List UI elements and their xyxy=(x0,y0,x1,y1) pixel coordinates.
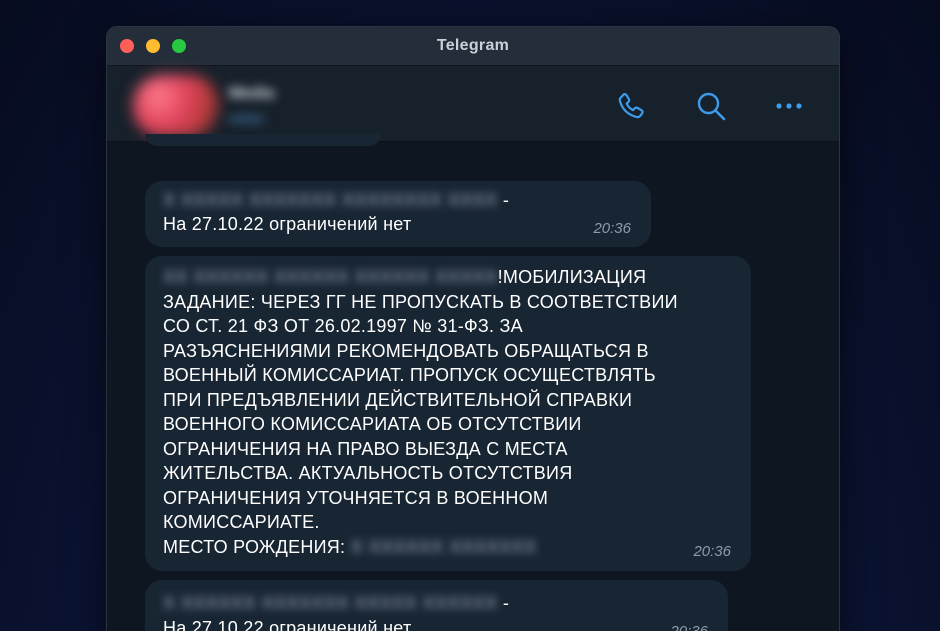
message-bubble[interactable]: ХХ ХХХХХХ ХХХХХХ ХХХХХХ ХХХХХ!МОБИЛИЗАЦИ… xyxy=(145,256,751,571)
message-text: ОГРАНИЧЕНИЯ НА ПРАВО ВЫЕЗДА С МЕСТА xyxy=(163,438,568,459)
message-text: ОГРАНИЧЕНИЯ УТОЧНЯЕТСЯ В ВОЕННОМ xyxy=(163,487,549,508)
message-line: Х ХХХХХХ ХХХХХХХ ХХХХХ ХХХХХХ - xyxy=(163,591,509,616)
message-time: 20:36 xyxy=(593,220,631,237)
message-bubble[interactable]: Х ХХХХХХ ХХХХХХХ ХХХХХ ХХХХХХ - На 27.10… xyxy=(145,580,728,631)
message-text: - xyxy=(502,190,510,210)
message-text: КОМИССАРИАТЕ. xyxy=(163,512,320,532)
message-line: МЕСТО РОЖДЕНИЯ: Х ХХХХХХ ХХХХХХХ xyxy=(163,535,537,560)
message-line: ХХ ХХХХХХ ХХХХХХ ХХХХХХ ХХХХХ!МОБИЛИЗАЦИ… xyxy=(163,265,646,290)
blurred-text: Х ХХХХХХ ХХХХХХХ ХХХХХ ХХХХХХ xyxy=(163,593,498,613)
message-line: Х ХХХХХ ХХХХХХХ ХХХХХХХХ ХХХХ - xyxy=(163,188,509,213)
blurred-text: ХХ ХХХХХХ ХХХХХХ ХХХХХХ ХХХХХ xyxy=(163,267,498,287)
message-text: ПРИ ПРЕДЪЯВЛЕНИИ ДЕЙСТВИТЕЛЬНОЙ СПРАВКИ xyxy=(163,389,633,410)
chat-header: Media online xyxy=(107,66,839,142)
message-text: ЖИТЕЛЬСТВА. АКТУАЛЬНОСТЬ ОТСУТСТВИЯ xyxy=(163,463,573,483)
previous-message-bubble xyxy=(145,134,381,146)
message-time: 20:36 xyxy=(670,623,708,631)
message-text: ЗАДАНИЕ: ЧЕРЕЗ ГГ НЕ ПРОПУСКАТЬ В СООТВЕ… xyxy=(163,291,678,312)
blurred-text: Х ХХХХХ ХХХХХХХ ХХХХХХХХ ХХХХ xyxy=(163,190,498,210)
title-bar[interactable]: Telegram xyxy=(107,27,839,66)
message-text: !МОБИЛИЗАЦИЯ xyxy=(497,267,647,287)
message-bubble[interactable]: Х ХХХХХ ХХХХХХХ ХХХХХХХХ ХХХХ - На 27.10… xyxy=(145,181,651,247)
message-text: На 27.10.22 ограничений нет xyxy=(163,618,412,631)
message-text: МЕСТО РОЖДЕНИЯ: xyxy=(163,536,346,557)
message-time: 20:36 xyxy=(693,543,731,560)
message-text: СО СТ. 21 ФЗ ОТ 26.02.1997 № 31-ФЗ. ЗА xyxy=(163,316,523,336)
search-icon[interactable] xyxy=(693,88,729,124)
blurred-text: Х ХХХХХХ ХХХХХХХ xyxy=(350,536,537,557)
message-text: - xyxy=(502,593,510,613)
telegram-window: Telegram Media online Х ХХХХХ ХХХХХХХ ХХ… xyxy=(106,26,840,631)
window-title: Telegram xyxy=(436,37,510,54)
message-text: На 27.10.22 ограничений нет xyxy=(163,214,412,234)
chat-status: online xyxy=(229,111,264,126)
avatar[interactable] xyxy=(133,75,219,137)
message-text: ВОЕННОГО КОМИССАРИАТА ОБ ОТСУТСТВИИ xyxy=(163,414,582,434)
more-icon[interactable] xyxy=(771,88,807,124)
message-text: ВОЕННЫЙ КОМИССАРИАТ. ПРОПУСК ОСУЩЕСТВЛЯТ… xyxy=(163,365,656,385)
chat-name[interactable]: Media xyxy=(229,85,295,103)
message-text: РАЗЪЯСНЕНИЯМИ РЕКОМЕНДОВАТЬ ОБРАЩАТЬСЯ В xyxy=(163,340,649,361)
phone-icon[interactable] xyxy=(613,88,649,124)
message-list[interactable]: Х ХХХХХ ХХХХХХХ ХХХХХХХХ ХХХХ - На 27.10… xyxy=(107,134,839,631)
